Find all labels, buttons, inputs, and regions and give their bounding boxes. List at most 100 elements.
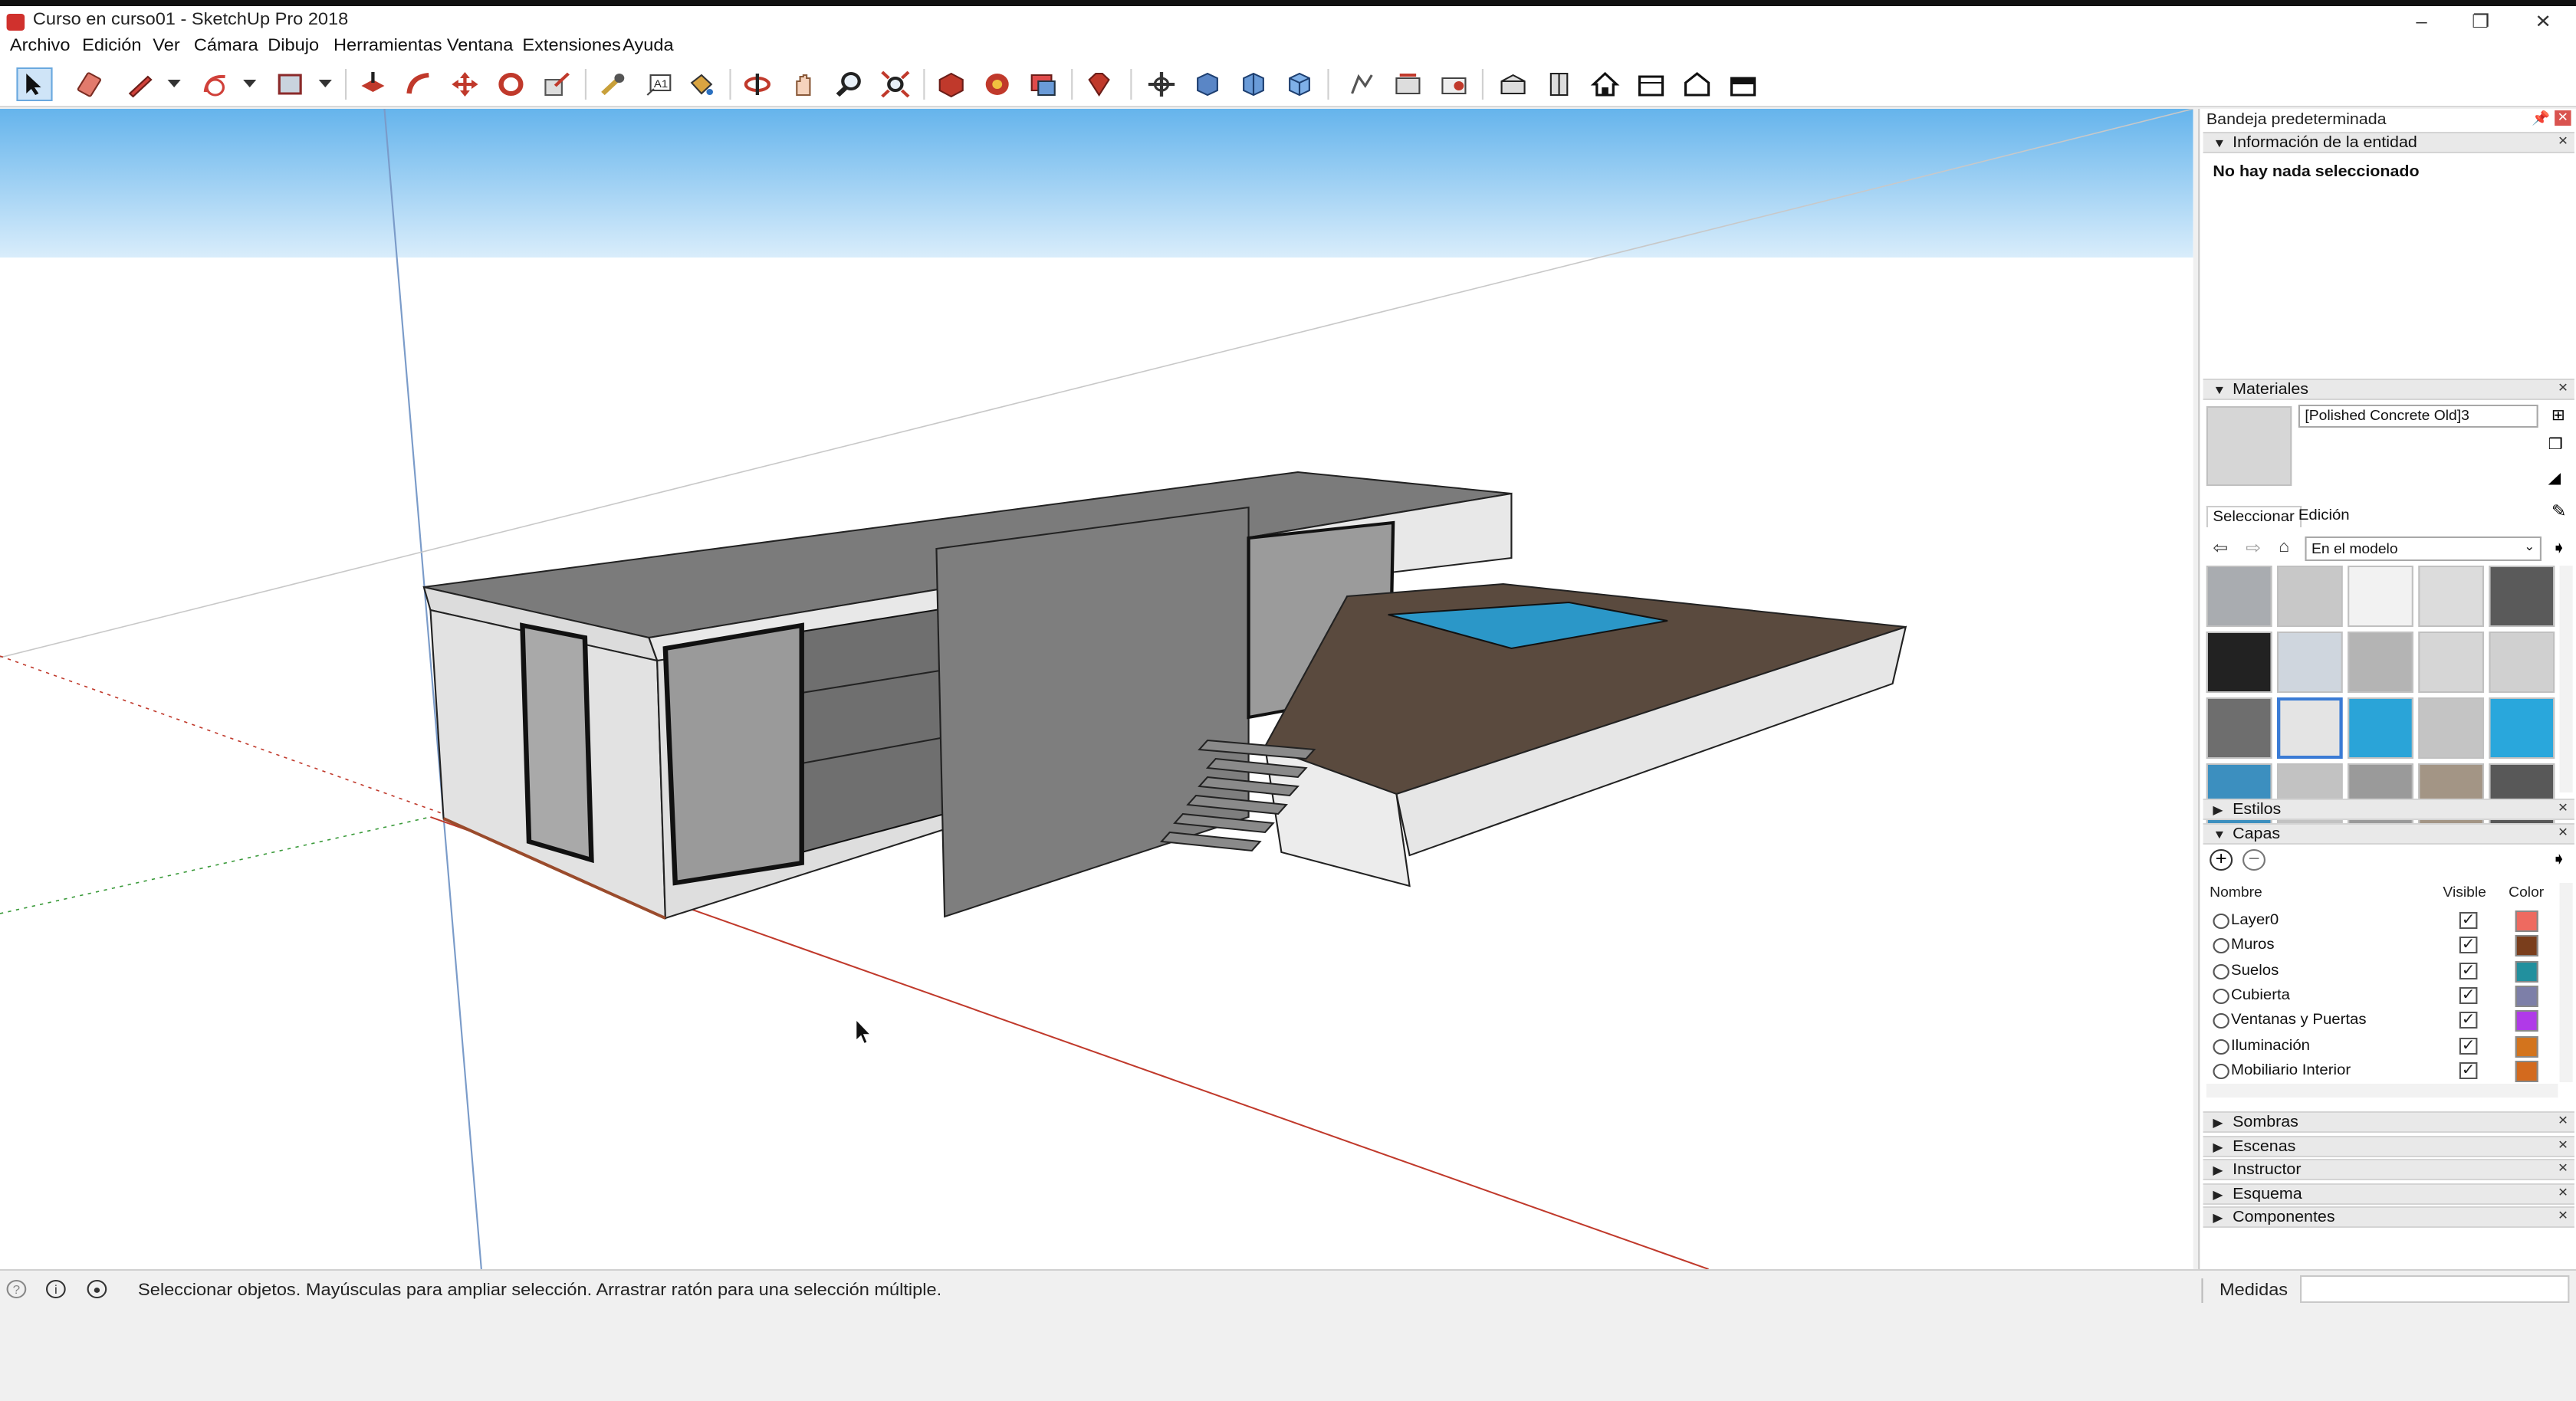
material-swatch[interactable] [2489,632,2555,693]
layer-color-swatch[interactable] [2515,1010,2538,1032]
material-swatch[interactable] [2348,697,2413,759]
panel-header-sombras[interactable]: ▶ Sombras × [2203,1111,2574,1133]
material-swatch[interactable] [2348,632,2413,693]
layer-active-radio[interactable] [2213,988,2229,1004]
layer-row[interactable]: Ventanas y Puertas ✓ [2206,1009,2568,1033]
material-swatch[interactable] [2277,566,2343,627]
select-icon[interactable] [16,67,53,101]
measurements-field[interactable] [2300,1275,2570,1303]
layer-row[interactable]: Mobiliario Interior ✓ [2206,1059,2568,1084]
layer-color-swatch[interactable] [2515,985,2538,1007]
orbit-icon[interactable] [739,67,775,101]
eyedropper-icon[interactable]: ✎ [2551,501,2567,521]
ruby-icon[interactable] [1081,67,1117,101]
menu-dibujo[interactable]: Dibujo [268,37,319,55]
layer-name[interactable]: Iluminación [2231,1037,2310,1054]
panel-header-componentes[interactable]: ▶ Componentes × [2203,1206,2574,1228]
shapes-dropdown-icon[interactable] [318,80,332,87]
paint-bucket-icon[interactable] [683,67,719,101]
layer-active-radio[interactable] [2213,1063,2229,1079]
zoom-extents-icon[interactable] [877,67,913,101]
material-swatch[interactable] [2206,566,2272,627]
rotate-icon[interactable] [493,67,529,101]
pencil-dropdown-icon[interactable] [167,80,181,87]
tab-seleccionar[interactable]: Seleccionar [2206,506,2302,527]
default-material-icon[interactable]: ❒ [2548,437,2563,454]
layer-visible-checkbox[interactable]: ✓ [2459,1012,2478,1029]
follow-me-icon[interactable] [401,67,437,101]
collection-select[interactable]: En el modelo ⌄ [2305,536,2542,561]
material-swatch[interactable] [2489,697,2555,759]
remove-layer-icon[interactable]: − [2242,849,2266,871]
layer-name[interactable]: Cubierta [2231,987,2290,1004]
right-view-icon[interactable] [1541,67,1577,101]
layer-name[interactable]: Muros [2231,937,2275,954]
pan-icon[interactable] [785,67,821,101]
material-swatch[interactable] [2489,566,2555,627]
arc-dropdown-icon[interactable] [243,80,257,87]
home-materials-icon[interactable]: ⌂ [2279,538,2289,556]
styles-header[interactable]: ▶ Estilos × [2203,799,2574,820]
push-pull-icon[interactable] [355,67,391,101]
layer-visible-checkbox[interactable]: ✓ [2459,937,2478,954]
menu-ventana[interactable]: Ventana [447,37,514,55]
top-view-icon[interactable] [1725,67,1761,101]
rectangle-icon[interactable] [273,67,309,101]
details-arrow-icon[interactable]: ➧ [2551,538,2567,558]
home-icon[interactable] [1587,67,1623,101]
tray-close-icon[interactable]: ✕ [2555,110,2571,126]
layer-row[interactable]: Muros ✓ [2206,934,2568,959]
material-swatch[interactable] [2348,566,2413,627]
layer-color-swatch[interactable] [2515,910,2538,932]
walk-icon[interactable] [1143,67,1179,101]
menu-herramientas[interactable]: Herramientas [334,37,442,55]
layer-color-swatch[interactable] [2515,1035,2538,1057]
layers-details-icon[interactable]: ➧ [2551,849,2567,869]
layer-active-radio[interactable] [2213,1013,2229,1029]
tab-edicion[interactable]: Edición [2298,507,2350,524]
layer-color-swatch[interactable] [2515,935,2538,957]
panel-header-escenas[interactable]: ▶ Escenas × [2203,1135,2574,1157]
menu-ayuda[interactable]: Ayuda [623,37,673,55]
material-sample-icon[interactable]: ◢ [2548,471,2561,487]
panel-header-instructor[interactable]: ▶ Instructor × [2203,1159,2574,1180]
position-camera-icon[interactable] [1189,67,1225,101]
tape-measure-icon[interactable] [595,67,631,101]
layer-visible-checkbox[interactable]: ✓ [2459,1037,2478,1054]
layer-name[interactable]: Suelos [2231,962,2279,979]
drawing-viewport[interactable] [0,109,2193,1269]
layer-row[interactable]: Layer0 ✓ [2206,909,2568,933]
layer-visible-checkbox[interactable]: ✓ [2459,912,2478,929]
materials-scrollbar[interactable] [2559,566,2573,792]
layer-row[interactable]: Cubierta ✓ [2206,984,2568,1009]
layer-name[interactable]: Layer0 [2231,912,2279,929]
create-material-icon[interactable]: ⊞ [2551,408,2565,425]
menu-edicion[interactable]: Edición [82,37,141,55]
zoom-icon[interactable] [831,67,867,101]
layer-active-radio[interactable] [2213,1038,2229,1054]
material-swatch[interactable] [2277,632,2343,693]
layer-name[interactable]: Ventanas y Puertas [2231,1012,2367,1029]
arc-icon[interactable] [197,67,233,101]
menu-camara[interactable]: Cámara [194,37,258,55]
entity-info-header[interactable]: ▼ Información de la entidad × [2203,132,2574,153]
material-name-field[interactable]: [Polished Concrete Old]3 [2298,405,2538,428]
layer-active-radio[interactable] [2213,963,2229,979]
text-icon[interactable]: A1 [641,67,677,101]
layer-active-radio[interactable] [2213,914,2229,929]
extension-warehouse-icon[interactable] [979,67,1015,101]
pencil-icon[interactable] [122,67,158,101]
panel-header-esquema[interactable]: ▶ Esquema × [2203,1183,2574,1204]
add-layer-icon[interactable]: + [2210,849,2233,871]
left-view-icon[interactable] [1679,67,1715,101]
menu-archivo[interactable]: Archivo [10,37,71,55]
layers-scrollbar[interactable] [2559,883,2573,1082]
user-icon[interactable]: ● [87,1280,107,1298]
send-to-layout-icon[interactable] [1025,67,1061,101]
material-swatch[interactable] [2206,697,2272,759]
material-swatch[interactable] [2418,566,2484,627]
material-swatch[interactable] [2418,697,2484,759]
layers-header[interactable]: ▼ Capas × [2203,823,2574,845]
layer-visible-checkbox[interactable]: ✓ [2459,986,2478,1004]
layer-visible-checkbox[interactable]: ✓ [2459,962,2478,979]
